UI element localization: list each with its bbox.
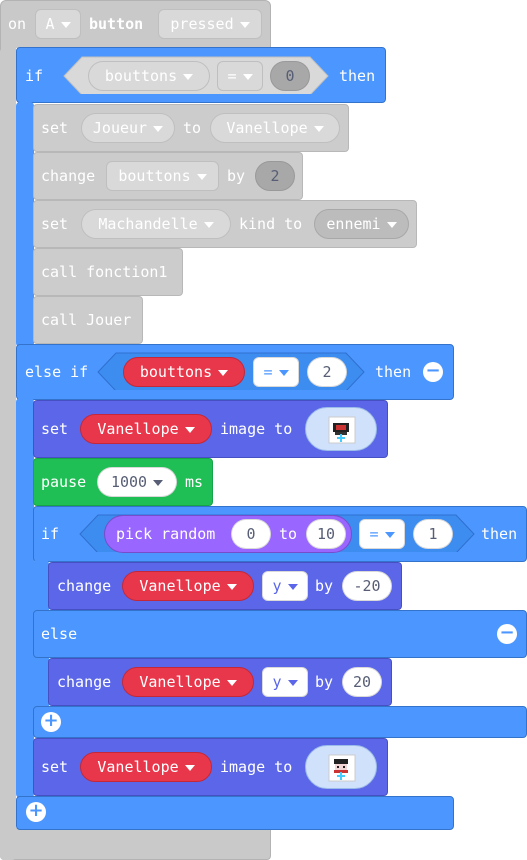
op-dropdown[interactable]: = [217, 61, 263, 91]
elseif-value[interactable]: 2 [307, 357, 347, 387]
pause-value-dropdown[interactable]: 1000 [97, 467, 177, 497]
joueur-dropdown[interactable]: Joueur [81, 113, 175, 143]
change1-prop-dropdown[interactable]: y [262, 571, 308, 601]
add-branch-icon[interactable]: + [41, 712, 61, 732]
else-if-label: else if [25, 363, 89, 381]
value-0[interactable]: 0 [270, 61, 310, 91]
remove-branch-icon[interactable]: − [423, 362, 443, 382]
sprite-image-icon [328, 754, 356, 782]
image-picker-2[interactable] [305, 745, 377, 789]
change2-prop-dropdown[interactable]: y [262, 667, 308, 697]
inner-op-dropdown[interactable]: = [359, 519, 405, 549]
bouttons-dropdown[interactable]: bouttons [106, 161, 219, 191]
sprite-dropdown-1[interactable]: Vanellope [80, 414, 212, 444]
key-dropdown[interactable]: A [35, 9, 81, 39]
remove-else-icon[interactable]: − [497, 624, 517, 644]
elseif-then-label: then [375, 363, 412, 381]
bouttons-var-dropdown[interactable]: bouttons [123, 357, 245, 387]
image-picker-1[interactable] [305, 407, 377, 451]
state-dropdown[interactable]: pressed [158, 9, 262, 39]
ennemi-dropdown[interactable]: ennemi [314, 209, 409, 239]
random-from[interactable]: 0 [231, 519, 271, 549]
on-label: on [8, 15, 27, 33]
else-row[interactable] [33, 610, 527, 658]
var-bouttons-disabled[interactable]: bouttons [88, 61, 210, 91]
value-2[interactable]: 2 [255, 161, 295, 191]
change1-sprite-dropdown[interactable]: Vanellope [122, 571, 254, 601]
elseif-op-dropdown[interactable]: = [253, 357, 299, 387]
change2-value[interactable]: 20 [342, 667, 382, 697]
else-label: else [41, 625, 78, 643]
then-label: then [339, 67, 376, 85]
random-to[interactable]: 10 [306, 519, 346, 549]
change1-value[interactable]: -20 [342, 571, 392, 601]
add-else-if-icon[interactable]: + [26, 802, 46, 822]
machandelle-dropdown[interactable]: Machandelle [81, 209, 231, 239]
sprite-image-icon [328, 416, 356, 444]
change2-sprite-dropdown[interactable]: Vanellope [122, 667, 254, 697]
sprite-dropdown-2[interactable]: Vanellope [80, 752, 212, 782]
button-label: button [89, 15, 144, 33]
inner-compare-value[interactable]: 1 [413, 519, 453, 549]
if-label: if [25, 67, 44, 85]
vanellope-dropdown[interactable]: Vanellope [210, 113, 340, 143]
